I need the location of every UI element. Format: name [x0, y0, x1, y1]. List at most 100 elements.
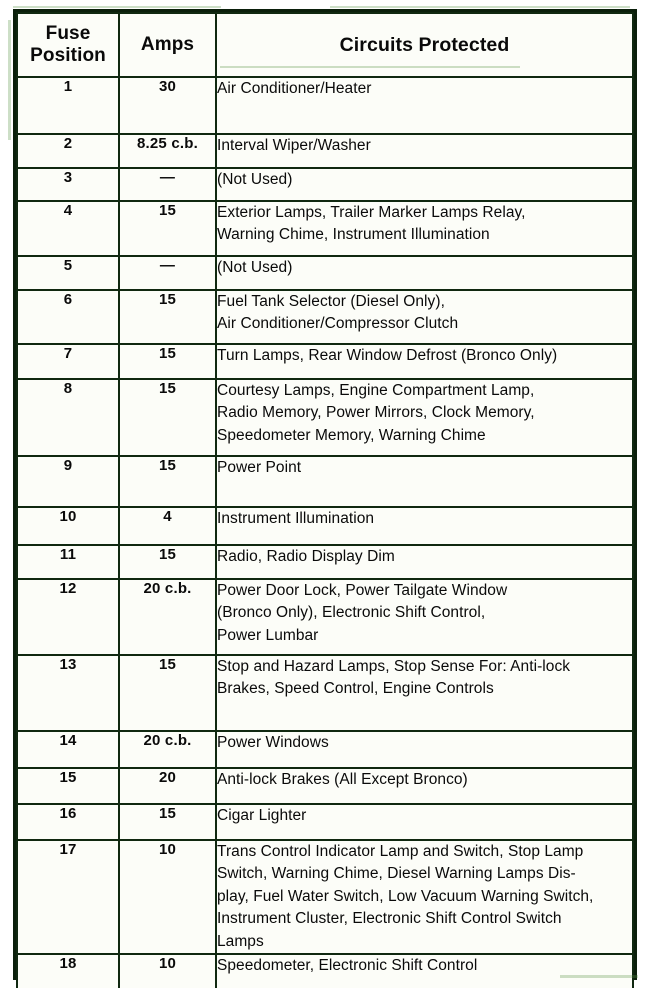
cell-circuits-protected: (Not Used) [215, 255, 634, 291]
cell-fuse-position: 2 [16, 133, 120, 169]
circuit-line: Brakes, Speed Control, Engine Controls [217, 680, 494, 698]
circuit-line: Radio, Radio Display Dim [217, 548, 395, 565]
cell-circuits-protected: Cigar Lighter [215, 803, 634, 841]
cell-amps: 10 [118, 838, 217, 956]
cell-amps: 20 c.b. [118, 730, 217, 769]
circuit-line: (Bronco Only), Electronic Shift Control, [217, 604, 486, 622]
table-row: 14 20 c.b. Power Windows [16, 730, 634, 769]
cell-fuse-position: 18 [16, 953, 120, 988]
circuit-line: Trans Control Indicator Lamp and Switch,… [217, 843, 584, 860]
circuit-line: Instrument Cluster, Electronic Shift Con… [217, 910, 562, 928]
cell-fuse-position: 15 [16, 767, 120, 805]
cell-amps: 4 [118, 506, 217, 546]
cell-amps: 15 [118, 654, 217, 732]
cell-amps: 15 [118, 544, 217, 580]
cell-fuse-position: 9 [16, 455, 120, 508]
table-row: 12 20 c.b. Power Door Lock, Power Tailgate… [16, 578, 634, 656]
cell-fuse-position: 11 [16, 544, 120, 580]
cell-fuse-position: 17 [16, 838, 120, 956]
cell-fuse-position: 12 [16, 578, 120, 656]
cell-fuse-position: 13 [16, 654, 120, 732]
cell-circuits-protected: Radio, Radio Display Dim [215, 544, 634, 580]
circuit-line: Turn Lamps, Rear Window Defrost (Bronco … [217, 347, 558, 364]
circuit-line: Air Conditioner/Compressor Clutch [217, 315, 459, 333]
circuit-line: Power Point [217, 459, 302, 476]
circuit-line: Lamps [217, 932, 264, 950]
table-row: 5— (Not Used) [16, 255, 634, 291]
circuit-line: Courtesy Lamps, Engine Compartment Lamp, [217, 382, 535, 399]
table-row: 10 4 Instrument Illumination [16, 506, 634, 546]
fuse-table-frame: Fuse Position Amps Circuits Protected 13… [13, 9, 637, 988]
circuit-line: Exterior Lamps, Trailer Marker Lamps Rel… [217, 204, 526, 221]
circuit-line: Radio Memory, Power Mirrors, Clock Memor… [217, 404, 535, 422]
column-header-fuse-position: Fuse Position [16, 12, 120, 78]
cell-fuse-position: 6 [16, 289, 120, 345]
header-row: Fuse Position Amps Circuits Protected [16, 12, 634, 78]
cell-circuits-protected: Anti-lock Brakes (All Except Bronco) [215, 767, 634, 805]
cell-circuits-protected: Air Conditioner/Heater [215, 76, 634, 135]
cell-circuits-protected: Power Point [215, 455, 634, 508]
table-row: 8 15 Courtesy Lamps, Engine Compartment La… [16, 378, 634, 457]
table-header: Fuse Position Amps Circuits Protected [16, 12, 634, 78]
cell-circuits-protected: Power Door Lock, Power Tailgate Window (B… [215, 578, 634, 656]
circuit-line: Warning Chime, Instrument Illumination [217, 226, 490, 244]
column-header-fuse-position-line1: Fuse [45, 23, 91, 45]
circuit-line: Speedometer, Electronic Shift Control [217, 957, 478, 975]
circuit-line: Stop and Hazard Lamps, Stop Sense For: A… [217, 658, 571, 675]
cell-amps: 15 [118, 343, 217, 380]
table-row: 16 15 Cigar Lighter [16, 803, 634, 841]
cell-fuse-position: 3 [16, 167, 120, 202]
cell-amps: — [118, 167, 217, 202]
cell-amps: 8.25 c.b. [118, 133, 217, 169]
cell-fuse-position: 1 [16, 76, 120, 135]
cell-fuse-position: 5 [16, 255, 120, 291]
cell-fuse-position: 4 [16, 200, 120, 257]
table-row: 7 15 Turn Lamps, Rear Window Defrost (Bron… [16, 343, 634, 380]
scan-fringe-top-left [13, 6, 221, 8]
circuit-line: Fuel Tank Selector (Diesel Only), [217, 293, 445, 310]
cell-amps: 15 [118, 455, 217, 508]
cell-circuits-protected: Trans Control Indicator Lamp and Switch,… [215, 838, 634, 956]
table-row: 3— (Not Used) [16, 167, 634, 202]
column-header-fuse-position-line2: Position [30, 45, 106, 66]
circuit-line: (Not Used) [217, 259, 293, 276]
circuit-line: Anti-lock Brakes (All Except Bronco) [217, 771, 468, 788]
column-header-circuits-protected: Circuits Protected [215, 12, 634, 78]
circuit-line: Cigar Lighter [217, 807, 307, 824]
circuit-line: Switch, Warning Chime, Diesel Warning La… [217, 865, 576, 883]
cell-fuse-position: 16 [16, 803, 120, 841]
column-header-amps: Amps [118, 12, 217, 78]
cell-circuits-protected: Stop and Hazard Lamps, Stop Sense For: A… [215, 654, 634, 732]
table-row: 15 20 Anti-lock Brakes (All Except Bronco) [16, 767, 634, 805]
cell-circuits-protected: (Not Used) [215, 167, 634, 202]
circuit-line: play, Fuel Water Switch, Low Vacuum Warn… [217, 887, 594, 905]
cell-amps: 20 c.b. [118, 578, 217, 656]
cell-circuits-protected: Power Windows [215, 730, 634, 769]
cell-circuits-protected: Speedometer, Electronic Shift Control [215, 953, 634, 988]
circuit-line: (Not Used) [217, 171, 293, 188]
cell-amps: — [118, 255, 217, 291]
fuse-chart-page: Fuse Position Amps Circuits Protected 13… [0, 0, 646, 988]
circuit-line: Speedometer Memory, Warning Chime [217, 426, 486, 444]
cell-circuits-protected: Interval Wiper/Washer [215, 133, 634, 169]
circuit-line: Interval Wiper/Washer [217, 137, 371, 154]
cell-amps: 15 [118, 378, 217, 457]
table-row: 6 15 Fuel Tank Selector (Diesel Only), Air … [16, 289, 634, 345]
cell-fuse-position: 14 [16, 730, 120, 769]
cell-fuse-position: 10 [16, 506, 120, 546]
circuit-line: Power Lumbar [217, 626, 319, 644]
cell-amps: 30 [118, 76, 217, 135]
circuit-line: Instrument Illumination [217, 510, 375, 527]
scan-fringe-top-right [330, 6, 630, 8]
table-row: 17 10 Trans Control Indicator Lamp and Swi… [16, 838, 634, 956]
table-row: 2 8.25 c.b. Interval Wiper/Washer [16, 133, 634, 169]
circuit-line: Power Door Lock, Power Tailgate Window [217, 582, 508, 599]
circuit-line: Air Conditioner/Heater [217, 80, 372, 97]
table-row: 4 15 Exterior Lamps, Trailer Marker Lamps … [16, 200, 634, 257]
table-row: 13 15 Stop and Hazard Lamps, Stop Sense Fo… [16, 654, 634, 732]
cell-circuits-protected: Turn Lamps, Rear Window Defrost (Bronco … [215, 343, 634, 380]
cell-circuits-protected: Courtesy Lamps, Engine Compartment Lamp,… [215, 378, 634, 457]
fuse-position-table: Fuse Position Amps Circuits Protected 13… [16, 12, 634, 988]
table-row: 11 15 Radio, Radio Display Dim [16, 544, 634, 580]
cell-amps: 20 [118, 767, 217, 805]
